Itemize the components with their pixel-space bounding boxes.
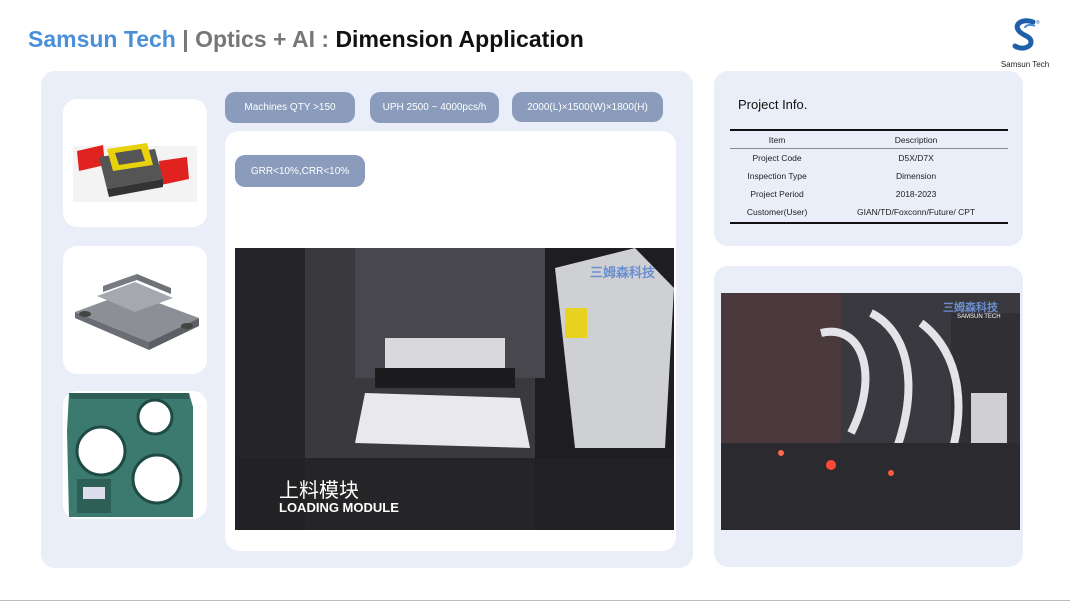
- dimensions-badge: 2000(L)×1500(W)×1800(H): [512, 92, 663, 122]
- video-caption-cn: 上料模块: [279, 480, 359, 502]
- table-row: Inspection Type Dimension: [730, 167, 1008, 185]
- project-info-table: Item Description Project Code D5X/D7X In…: [730, 129, 1008, 224]
- table-cell: Inspection Type: [747, 171, 807, 181]
- table-cell: GIAN/TD/Foxconn/Future/ CPT: [824, 203, 1008, 224]
- table-cell: Dimension: [895, 171, 937, 181]
- company-logo: ® Samsun Tech: [994, 18, 1056, 69]
- video-watermark: 三姆森科技: [590, 265, 656, 280]
- video-caption-en: LOADING MODULE: [279, 500, 399, 515]
- table-cell: Project Period: [750, 189, 804, 199]
- column-header-item: Item: [730, 129, 825, 149]
- brand-name: Samsun Tech: [28, 26, 176, 52]
- loading-module-video[interactable]: 三姆森科技 上料模块 LOADING MODULE: [235, 248, 674, 530]
- uph-badge: UPH 2500 ~ 4000pcs/h: [370, 92, 499, 123]
- table-row: Project Period 2018-2023: [730, 185, 1008, 203]
- machine-interior-image: [721, 293, 1020, 530]
- page-title: Samsun Tech | Optics + AI : Dimension Ap…: [28, 26, 584, 53]
- table-cell: Project Code: [752, 153, 802, 163]
- housing-part-image: [67, 393, 193, 517]
- bracket-part-image: [75, 274, 199, 350]
- machine-photo: 三姆森科技 SAMSUN TECH: [721, 293, 1020, 530]
- title-separator: |: [175, 26, 196, 52]
- part-card-2: [63, 246, 207, 374]
- table-cell: 2018-2023: [895, 189, 937, 199]
- title-main: Dimension Application: [335, 26, 584, 52]
- grr-badge: GRR<10%,CRR<10%: [235, 155, 365, 187]
- project-info-heading: Project Info.: [738, 97, 808, 112]
- table-cell: Customer(User): [730, 203, 825, 224]
- table-cell: D5X/D7X: [898, 153, 934, 163]
- photo-watermark-cn: 三姆森科技: [943, 302, 998, 314]
- machines-qty-badge: Machines QTY >150: [225, 92, 355, 123]
- table-row: Customer(User) GIAN/TD/Foxconn/Future/ C…: [730, 203, 1008, 224]
- svg-text:®: ®: [1036, 19, 1040, 26]
- part-card-1: [63, 99, 207, 227]
- table-row: Project Code D5X/D7X: [730, 149, 1008, 168]
- part-card-3: [63, 391, 207, 519]
- samsun-logo-icon: ®: [1012, 18, 1040, 51]
- column-header-description: Description: [824, 129, 1008, 149]
- connector-part-image: [73, 143, 197, 202]
- photo-watermark-en: SAMSUN TECH: [957, 314, 1001, 320]
- logo-caption: Samsun Tech: [1000, 60, 1050, 69]
- table-header-row: Item Description: [730, 129, 1008, 149]
- title-subtitle: Optics + AI :: [195, 26, 336, 52]
